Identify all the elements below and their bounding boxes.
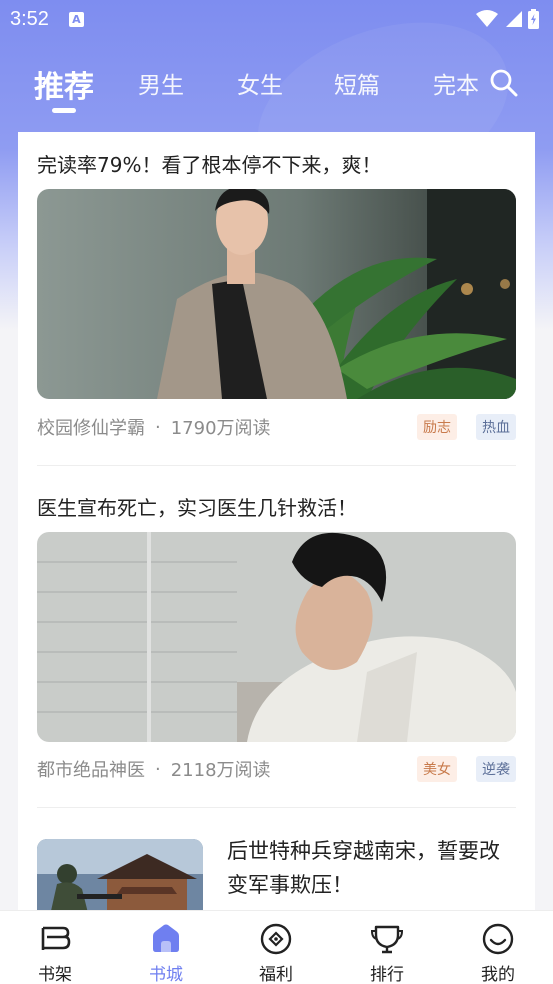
feed-item-cover[interactable] bbox=[37, 189, 516, 399]
wifi-icon bbox=[476, 10, 498, 27]
tag[interactable]: 美女 bbox=[417, 756, 457, 782]
trophy-icon bbox=[370, 925, 404, 954]
feed-item-meta: 校园修仙学霸 · 1790万阅读 励志 热血 bbox=[37, 414, 516, 440]
divider bbox=[37, 807, 516, 808]
tab-completed[interactable]: 完本 bbox=[433, 66, 479, 100]
cover-image-soldier bbox=[37, 839, 203, 912]
cover-image-man-in-coat bbox=[37, 189, 516, 399]
feed-list: 完读率79%！看了根本停不下来，爽！ 校园修仙学霸 · 1790万阅读 励志 热… bbox=[18, 132, 535, 912]
tag-group: 美女 逆袭 bbox=[417, 756, 516, 782]
tab-male[interactable]: 男生 bbox=[138, 66, 184, 100]
feed-item[interactable]: 医生宣布死亡，实习医生几针救活！ bbox=[37, 492, 516, 521]
tab-recommend[interactable]: 推荐 bbox=[34, 62, 94, 106]
cover-image-doctor bbox=[37, 532, 516, 742]
feed-item-cover[interactable] bbox=[37, 839, 203, 912]
status-icons bbox=[476, 9, 539, 29]
tag[interactable]: 热血 bbox=[476, 414, 516, 440]
feed-item-cover[interactable] bbox=[37, 532, 516, 742]
smile-icon bbox=[482, 923, 514, 955]
bookshelf-icon bbox=[41, 926, 71, 950]
book-name[interactable]: 校园修仙学霸 bbox=[37, 414, 145, 440]
search-icon[interactable] bbox=[489, 68, 519, 98]
nav-ranking[interactable]: 排行 bbox=[347, 911, 427, 984]
separator-dot: · bbox=[155, 758, 161, 780]
active-tab-indicator bbox=[52, 108, 76, 113]
nav-label: 排行 bbox=[370, 965, 404, 984]
category-tabs: 推荐 男生 女生 短篇 完本 bbox=[0, 58, 553, 118]
nav-bookstore[interactable]: 书城 bbox=[126, 911, 206, 984]
tab-female[interactable]: 女生 bbox=[237, 66, 283, 100]
tag[interactable]: 逆袭 bbox=[476, 756, 516, 782]
nav-label: 福利 bbox=[259, 965, 293, 984]
notification-a-icon: A bbox=[68, 11, 84, 27]
nav-label: 书城 bbox=[149, 965, 183, 984]
tag-group: 励志 热血 bbox=[417, 414, 516, 440]
battery-icon bbox=[528, 9, 539, 29]
separator-dot: · bbox=[155, 416, 161, 438]
tag[interactable]: 励志 bbox=[417, 414, 457, 440]
divider bbox=[37, 465, 516, 466]
nav-label: 我的 bbox=[481, 965, 515, 984]
status-bar: 3:52 A bbox=[0, 0, 553, 38]
gift-icon bbox=[260, 923, 292, 955]
status-time: 3:52 bbox=[10, 7, 49, 30]
feed-item[interactable]: 完读率79%！看了根本停不下来，爽！ bbox=[37, 149, 516, 178]
feed-item-title[interactable]: 后世特种兵穿越南宋，誓要改变军事欺压！ bbox=[227, 834, 517, 902]
signal-icon bbox=[506, 11, 522, 27]
nav-profile[interactable]: 我的 bbox=[458, 911, 538, 984]
nav-label: 书架 bbox=[38, 965, 72, 984]
nav-bookshelf[interactable]: 书架 bbox=[15, 911, 95, 984]
read-count: 2118万阅读 bbox=[170, 760, 271, 781]
read-count: 1790万阅读 bbox=[170, 418, 271, 439]
feed-item-title: 完读率79%！看了根本停不下来，爽！ bbox=[37, 153, 382, 177]
feed-item-meta: 都市绝品神医 · 2118万阅读 美女 逆袭 bbox=[37, 756, 516, 782]
nav-welfare[interactable]: 福利 bbox=[236, 911, 316, 984]
tab-short[interactable]: 短篇 bbox=[334, 66, 380, 100]
bottom-navigation: 书架 书城 福利 排行 我的 bbox=[0, 910, 553, 984]
feed-item-title: 医生宣布死亡，实习医生几针救活！ bbox=[37, 496, 357, 520]
home-icon bbox=[153, 924, 179, 952]
book-name[interactable]: 都市绝品神医 bbox=[37, 756, 145, 782]
